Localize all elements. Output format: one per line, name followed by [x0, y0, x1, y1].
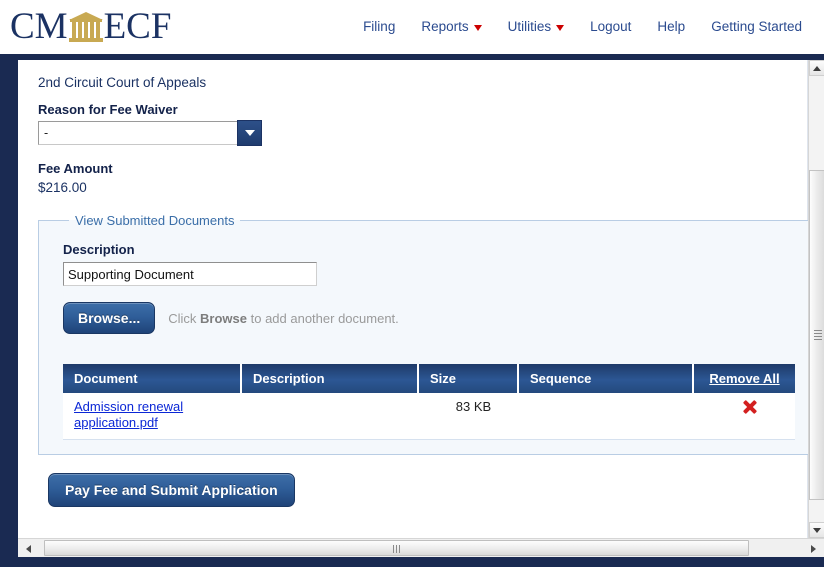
- browse-button[interactable]: Browse...: [63, 302, 155, 334]
- form-content: 2nd Circuit Court of Appeals Reason for …: [18, 60, 808, 538]
- browse-hint: Click Browse to add another document.: [168, 311, 399, 326]
- view-submitted-documents-section: View Submitted Documents Description Bro…: [38, 213, 810, 455]
- fee-waiver-select[interactable]: -: [38, 121, 261, 145]
- remove-all-link[interactable]: Remove All: [693, 364, 795, 393]
- grip-icon: [393, 545, 401, 553]
- description-input[interactable]: [63, 262, 317, 286]
- hint-suffix: to add another document.: [247, 311, 399, 326]
- column-header-sequence: Sequence: [518, 364, 693, 393]
- cell-size: 83 KB: [418, 393, 518, 440]
- nav-item-utilities[interactable]: Utilities: [508, 19, 565, 34]
- fee-amount-label: Fee Amount: [38, 161, 791, 176]
- submit-row: Pay Fee and Submit Application: [48, 473, 791, 507]
- remove-all-label: Remove All: [709, 371, 779, 386]
- nav-item-logout[interactable]: Logout: [590, 19, 631, 34]
- horizontal-scrollbar[interactable]: [18, 538, 824, 557]
- scroll-down-button[interactable]: [809, 522, 824, 538]
- courthouse-icon: [69, 11, 103, 43]
- main-navigation: Filing Reports Utilities Logout Help Get…: [363, 19, 802, 34]
- submitted-documents-table: Document Description Size Sequence Remov…: [63, 364, 795, 440]
- nav-item-getting-started[interactable]: Getting Started: [711, 19, 802, 34]
- remove-document-x-icon[interactable]: [742, 399, 757, 414]
- horizontal-scrollbar-thumb[interactable]: [44, 540, 749, 556]
- column-header-document: Document: [63, 364, 241, 393]
- browse-row: Browse... Click Browse to add another do…: [63, 302, 795, 334]
- nav-label-getting-started: Getting Started: [711, 19, 802, 34]
- scroll-up-button[interactable]: [809, 60, 824, 76]
- dropdown-arrow-button[interactable]: [237, 120, 262, 146]
- logo-text-cm: CM: [10, 8, 68, 45]
- nav-label-reports: Reports: [421, 19, 468, 34]
- arrow-left-icon: [26, 545, 31, 553]
- cell-document: Admission renewal application.pdf: [63, 393, 241, 440]
- nav-label-help: Help: [657, 19, 685, 34]
- arrow-up-icon: [813, 66, 821, 71]
- nav-item-help[interactable]: Help: [657, 19, 685, 34]
- nav-label-utilities: Utilities: [508, 19, 552, 34]
- pay-fee-and-submit-button[interactable]: Pay Fee and Submit Application: [48, 473, 295, 507]
- table-header-row: Document Description Size Sequence Remov…: [63, 364, 795, 393]
- cell-sequence: [518, 393, 693, 440]
- logo-text-ecf: ECF: [104, 8, 172, 45]
- fee-waiver-select-value[interactable]: -: [38, 121, 261, 145]
- hint-bold: Browse: [200, 311, 247, 326]
- arrow-right-icon: [811, 545, 816, 553]
- table-row: Admission renewal application.pdf 83 KB: [63, 393, 795, 440]
- fee-amount-value: $216.00: [38, 180, 791, 195]
- vertical-scrollbar-thumb[interactable]: [809, 170, 824, 500]
- scroll-right-button[interactable]: [805, 540, 822, 557]
- chevron-down-icon: [474, 25, 482, 31]
- nav-label-logout: Logout: [590, 19, 631, 34]
- scroll-left-button[interactable]: [20, 540, 37, 557]
- cm-ecf-logo: CM ECF: [10, 8, 171, 45]
- nav-item-filing[interactable]: Filing: [363, 19, 395, 34]
- app-header: CM ECF Filing Reports Utilities Logout H…: [0, 0, 824, 54]
- vertical-scrollbar[interactable]: [808, 60, 824, 538]
- fee-waiver-label: Reason for Fee Waiver: [38, 102, 791, 117]
- arrow-down-icon: [813, 528, 821, 533]
- court-name: 2nd Circuit Court of Appeals: [38, 75, 791, 90]
- hint-prefix: Click: [168, 311, 200, 326]
- column-header-description: Description: [241, 364, 418, 393]
- chevron-down-icon: [245, 130, 255, 136]
- document-link[interactable]: Admission renewal application.pdf: [74, 399, 184, 431]
- cell-remove: [693, 393, 795, 440]
- cell-description: [241, 393, 418, 440]
- nav-label-filing: Filing: [363, 19, 395, 34]
- chevron-down-icon: [556, 25, 564, 31]
- column-header-size: Size: [418, 364, 518, 393]
- scroll-viewport: 2nd Circuit Court of Appeals Reason for …: [18, 60, 824, 557]
- grip-icon: [814, 330, 822, 340]
- nav-item-reports[interactable]: Reports: [421, 19, 481, 34]
- description-label: Description: [63, 242, 795, 257]
- section-legend: View Submitted Documents: [69, 213, 240, 228]
- content-frame: 2nd Circuit Court of Appeals Reason for …: [0, 54, 824, 567]
